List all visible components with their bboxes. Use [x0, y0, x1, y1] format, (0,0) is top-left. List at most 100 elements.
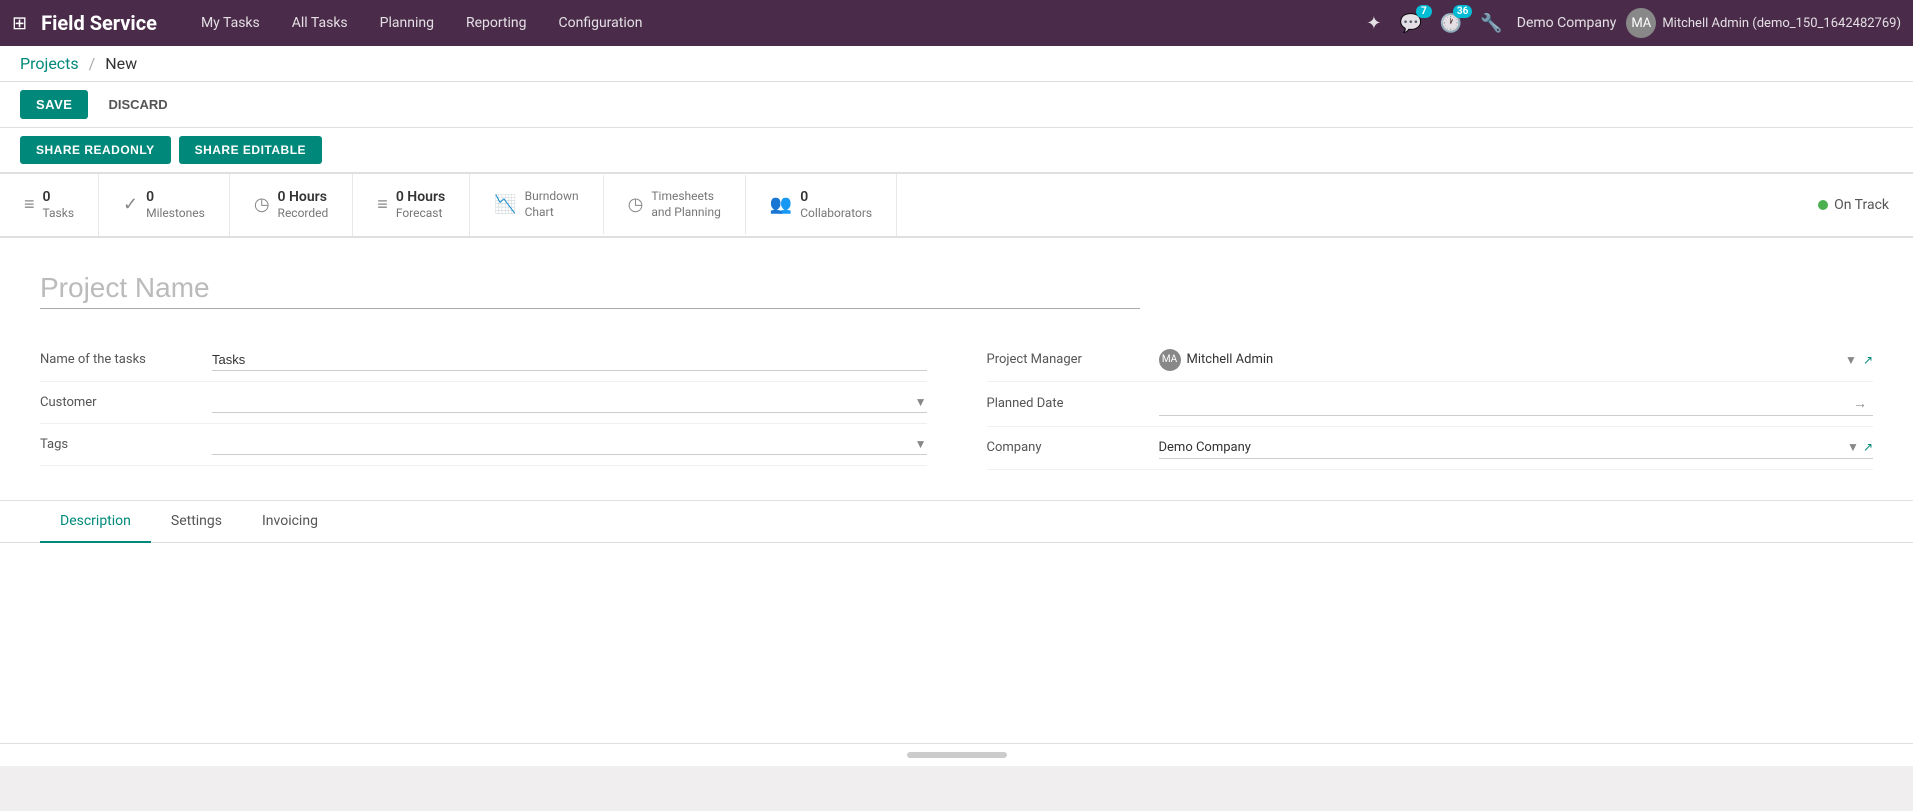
- stats-bar: ≡ 0 Tasks ✓ 0 Milestones ◷ 0 Hours Re: [0, 174, 1913, 238]
- hours-recorded-icon: ◷: [254, 194, 270, 215]
- action-bar: SAVE DISCARD: [0, 82, 1913, 128]
- label-manager: Project Manager: [987, 352, 1147, 367]
- label-company: Company: [987, 440, 1147, 455]
- page-header: Projects / New: [0, 46, 1913, 82]
- stat-burndown[interactable]: 📉 BurndownChart: [470, 175, 603, 234]
- tags-dropdown-arrow: ▼: [915, 437, 927, 451]
- select-customer[interactable]: ▼: [212, 392, 927, 413]
- form-grid: Name of the tasks Customer ▼ Tags: [40, 339, 1873, 470]
- breadcrumb-current: New: [105, 54, 137, 73]
- planned-date-arrow: →: [1853, 395, 1867, 412]
- tab-content-description: [0, 543, 1913, 743]
- form-card: Name of the tasks Customer ▼ Tags: [0, 238, 1913, 501]
- topbar-username: Mitchell Admin (demo_150_1642482769): [1662, 16, 1901, 31]
- grid-icon[interactable]: ⊞: [12, 13, 27, 34]
- share-bar: SHARE READONLY SHARE EDITABLE: [0, 128, 1913, 174]
- clock-badge: 36: [1453, 5, 1472, 18]
- customer-dropdown-arrow: ▼: [915, 395, 927, 409]
- wrench-icon[interactable]: 🔧: [1476, 9, 1506, 38]
- stat-tasks-label: Tasks: [43, 206, 75, 222]
- scrollbar-track[interactable]: [907, 752, 1007, 758]
- topbar: ⊞ Field Service My Tasks All Tasks Plann…: [0, 0, 1913, 46]
- nav-all-tasks[interactable]: All Tasks: [276, 0, 364, 46]
- breadcrumb-parent[interactable]: Projects: [20, 54, 79, 73]
- discard-button[interactable]: DISCARD: [96, 90, 179, 119]
- form-row-company: Company Demo Company ▼ ↗: [987, 427, 1874, 470]
- project-name-input[interactable]: [40, 268, 1140, 309]
- select-tags[interactable]: ▼: [212, 434, 927, 455]
- on-track-dot: [1818, 200, 1828, 210]
- company-name: Demo Company: [1159, 440, 1848, 455]
- tab-settings[interactable]: Settings: [151, 501, 242, 543]
- company-wrapper: Demo Company ▼ ↗: [1159, 437, 1874, 459]
- manager-ext-link[interactable]: ↗: [1863, 353, 1873, 367]
- burndown-icon: 📉: [494, 194, 516, 215]
- share-editable-button[interactable]: SHARE EDITABLE: [179, 136, 322, 164]
- stat-timesheets[interactable]: ◷ Timesheetsand Planning: [604, 175, 746, 234]
- timesheets-icon: ◷: [628, 194, 644, 215]
- topbar-company[interactable]: Demo Company: [1517, 15, 1617, 31]
- stat-hours-forecast-num: 0 Hours: [396, 188, 445, 206]
- form-right: Project Manager MA Mitchell Admin ▼ ↗ Pl…: [987, 339, 1874, 470]
- tab-invoicing[interactable]: Invoicing: [242, 501, 338, 543]
- stat-hours-recorded-num: 0 Hours: [278, 188, 329, 206]
- topbar-user[interactable]: MA Mitchell Admin (demo_150_1642482769): [1626, 8, 1901, 38]
- stat-milestones-num: 0: [146, 188, 205, 206]
- tab-description[interactable]: Description: [40, 501, 151, 543]
- topbar-nav: My Tasks All Tasks Planning Reporting Co…: [185, 0, 1362, 46]
- topbar-right: ✦ 💬 7 🕐 36 🔧 Demo Company MA Mitchell Ad…: [1362, 8, 1901, 38]
- nav-my-tasks[interactable]: My Tasks: [185, 0, 276, 46]
- label-task-name: Name of the tasks: [40, 352, 200, 367]
- breadcrumb-sep: /: [89, 54, 96, 73]
- stat-burndown-label: BurndownChart: [525, 189, 579, 220]
- manager-avatar: MA: [1159, 349, 1181, 371]
- manager-name: Mitchell Admin: [1187, 352, 1840, 367]
- stat-hours-forecast[interactable]: ≡ 0 Hours Forecast: [353, 174, 470, 236]
- tabs-container: Description Settings Invoicing: [0, 501, 1913, 743]
- stat-tasks[interactable]: ≡ 0 Tasks: [0, 174, 99, 236]
- tasks-icon: ≡: [24, 194, 35, 215]
- chat-icon[interactable]: 💬 7: [1396, 9, 1426, 38]
- stat-hours-recorded[interactable]: ◷ 0 Hours Recorded: [230, 174, 353, 236]
- on-track-label: On Track: [1834, 197, 1889, 213]
- form-row-manager: Project Manager MA Mitchell Admin ▼ ↗: [987, 339, 1874, 382]
- form-row-tags: Tags ▼: [40, 424, 927, 466]
- nav-configuration[interactable]: Configuration: [543, 0, 659, 46]
- input-task-name[interactable]: [212, 349, 927, 371]
- clock-icon[interactable]: 🕐 36: [1436, 9, 1466, 38]
- app-title: Field Service: [41, 11, 157, 35]
- form-row-customer: Customer ▼: [40, 382, 927, 424]
- stat-hours-forecast-label: Forecast: [396, 206, 445, 222]
- avatar: MA: [1626, 8, 1656, 38]
- manager-wrapper: MA Mitchell Admin ▼ ↗: [1159, 349, 1874, 371]
- stat-milestones[interactable]: ✓ 0 Milestones: [99, 174, 230, 236]
- planned-date-wrapper[interactable]: →: [1159, 392, 1874, 416]
- scrollbar-container: [0, 743, 1913, 766]
- nav-reporting[interactable]: Reporting: [450, 0, 543, 46]
- form-row-planned-date: Planned Date →: [987, 382, 1874, 427]
- breadcrumb: Projects / New: [20, 54, 137, 73]
- stat-timesheets-label: Timesheetsand Planning: [651, 189, 720, 220]
- company-ext-link[interactable]: ↗: [1863, 440, 1873, 454]
- manager-dropdown-arrow[interactable]: ▼: [1845, 353, 1857, 367]
- label-planned-date: Planned Date: [987, 396, 1147, 411]
- settings-icon[interactable]: ✦: [1362, 9, 1385, 38]
- hours-forecast-icon: ≡: [377, 194, 388, 215]
- nav-planning[interactable]: Planning: [364, 0, 450, 46]
- share-readonly-button[interactable]: SHARE READONLY: [20, 136, 171, 164]
- stat-collaborators-label: Collaborators: [800, 206, 872, 222]
- collaborators-icon: 👥: [770, 194, 792, 215]
- milestones-icon: ✓: [123, 194, 138, 215]
- label-customer: Customer: [40, 395, 200, 410]
- main-content: ≡ 0 Tasks ✓ 0 Milestones ◷ 0 Hours Re: [0, 174, 1913, 806]
- company-dropdown-arrow[interactable]: ▼: [1847, 440, 1859, 454]
- form-left: Name of the tasks Customer ▼ Tags: [40, 339, 927, 470]
- form-row-task-name: Name of the tasks: [40, 339, 927, 382]
- stat-collaborators-num: 0: [800, 188, 872, 206]
- inner-card: ≡ 0 Tasks ✓ 0 Milestones ◷ 0 Hours Re: [0, 174, 1913, 766]
- save-button[interactable]: SAVE: [20, 90, 88, 119]
- stat-collaborators[interactable]: 👥 0 Collaborators: [746, 174, 897, 236]
- stat-tasks-num: 0: [43, 188, 75, 206]
- label-tags: Tags: [40, 437, 200, 452]
- stat-on-track[interactable]: On Track: [1794, 183, 1913, 227]
